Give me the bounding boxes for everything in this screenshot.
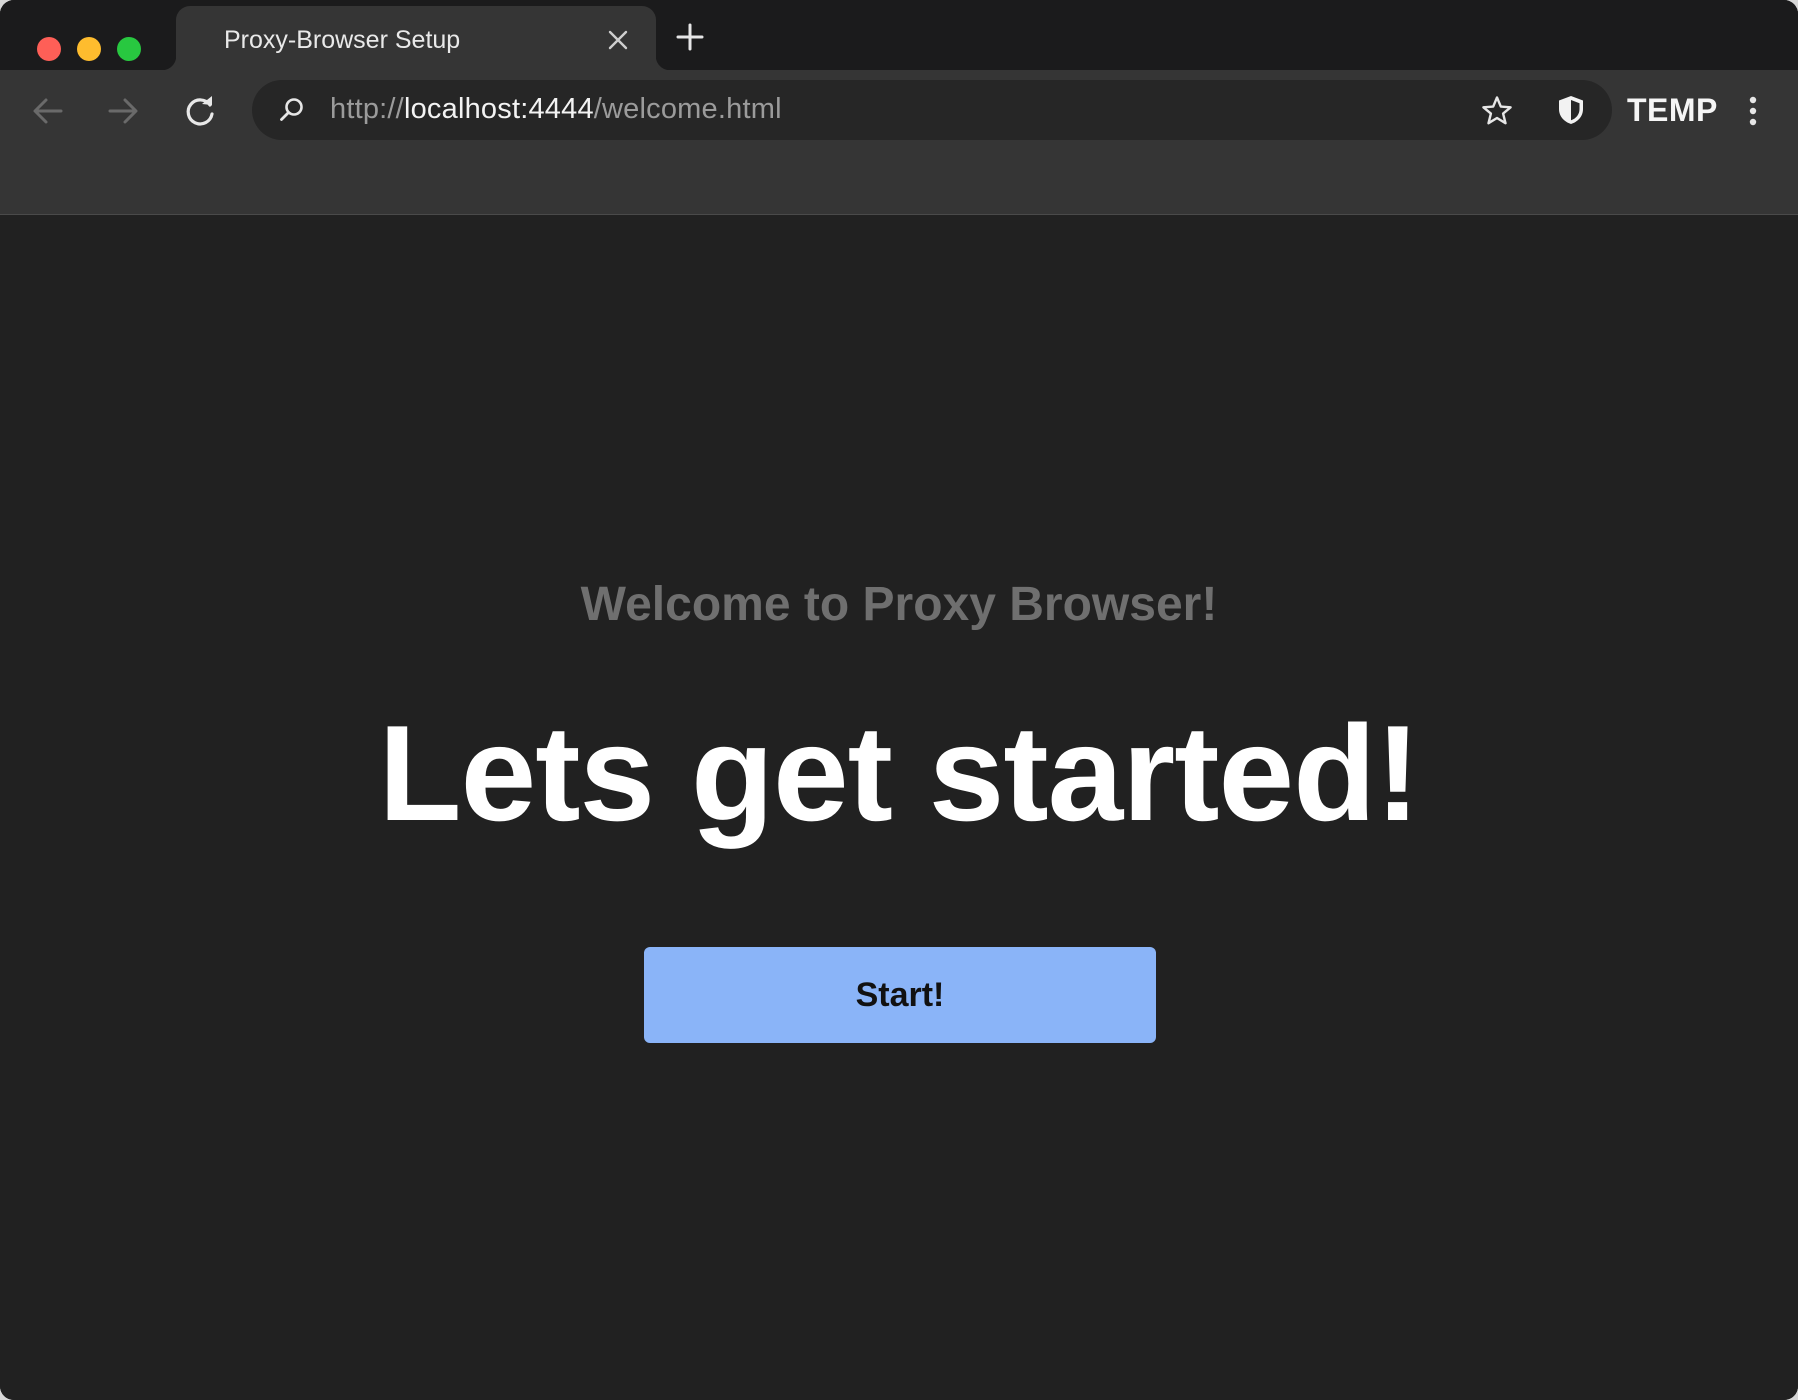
arrow-left-icon[interactable] (31, 94, 65, 128)
star-icon[interactable] (1480, 94, 1514, 128)
url-host: localhost:4444 (403, 93, 594, 125)
window-minimize-button[interactable] (77, 37, 101, 61)
profile-button[interactable]: TEMP (1627, 92, 1718, 129)
arrow-right-icon[interactable] (106, 94, 140, 128)
address-bar[interactable]: http://localhost:4444/welcome.html (252, 80, 1612, 140)
browser-toolbar: http://localhost:4444/welcome.html TEMP (0, 70, 1798, 215)
url-scheme: http:// (330, 93, 404, 125)
tab-proxy-browser-setup[interactable]: Proxy-Browser Setup (162, 6, 670, 70)
close-icon[interactable] (606, 28, 630, 52)
window-zoom-button[interactable] (117, 37, 141, 61)
start-button[interactable]: Start! (644, 947, 1156, 1043)
tab-strip: Proxy-Browser Setup (0, 0, 1798, 70)
shield-icon[interactable] (1554, 93, 1588, 127)
browser-window: Proxy-Browser Setup http://localhost:444… (0, 0, 1798, 1400)
tab-title: Proxy-Browser Setup (224, 26, 461, 54)
window-close-button[interactable] (37, 37, 61, 61)
more-vertical-icon[interactable] (1741, 94, 1765, 128)
welcome-subtitle: Welcome to Proxy Browser! (580, 578, 1218, 631)
page-content: Welcome to Proxy Browser! Lets get start… (0, 215, 1798, 1400)
reload-icon[interactable] (183, 94, 217, 128)
plus-icon[interactable] (675, 22, 705, 52)
page-headline: Lets get started! (378, 697, 1421, 849)
url-text[interactable]: http://localhost:4444/welcome.html (330, 93, 782, 126)
search-icon (278, 96, 306, 124)
url-path: /welcome.html (593, 93, 782, 125)
